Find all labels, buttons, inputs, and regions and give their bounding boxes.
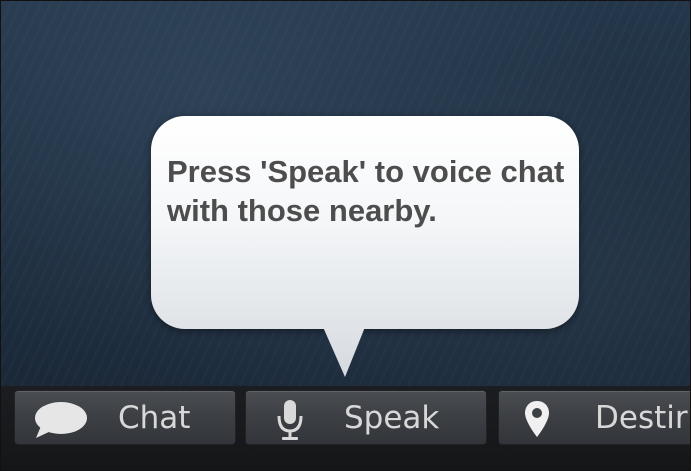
- map-pin-icon: [525, 401, 549, 437]
- speech-bubble-icon: [35, 402, 87, 438]
- bottom-toolbar: Chat Speak Destir: [1, 386, 690, 470]
- speak-label: Speak: [344, 400, 440, 436]
- tooltip-pointer: [323, 327, 365, 377]
- chat-button[interactable]: Chat: [14, 390, 236, 445]
- destinations-label: Destir: [595, 400, 688, 436]
- speak-button[interactable]: Speak: [245, 390, 487, 445]
- app-window: Press 'Speak' to voice chat with those n…: [0, 0, 691, 471]
- chat-label: Chat: [118, 400, 191, 436]
- tooltip-text: Press 'Speak' to voice chat with those n…: [167, 154, 565, 228]
- voice-hint-tooltip: Press 'Speak' to voice chat with those n…: [151, 116, 579, 329]
- microphone-icon: [277, 400, 303, 440]
- destinations-button[interactable]: Destir: [498, 390, 690, 445]
